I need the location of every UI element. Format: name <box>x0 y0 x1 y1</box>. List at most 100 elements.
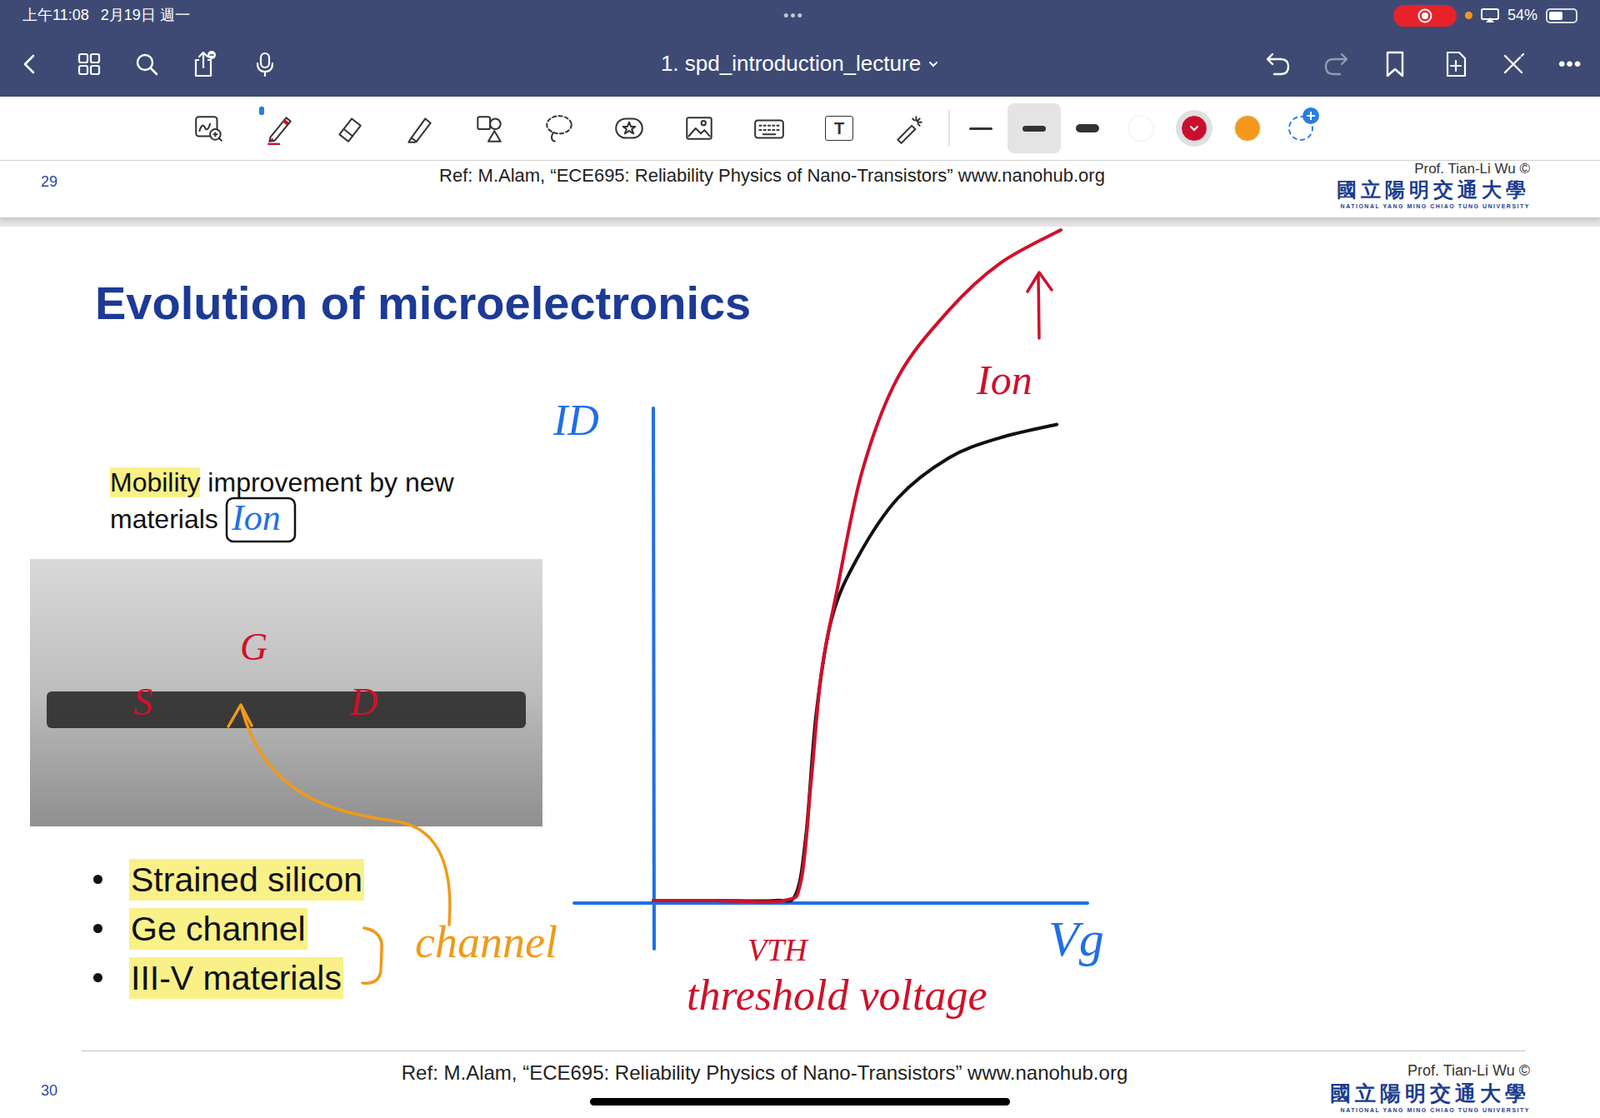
thumbnails-button[interactable] <box>73 50 105 78</box>
nav-bar: 1. spd_introduction_lecture ••• <box>0 30 1600 97</box>
recording-indicator[interactable] <box>1393 5 1457 27</box>
page-number: 29 <box>40 170 58 194</box>
tool-group: T <box>174 101 945 155</box>
record-icon <box>1417 8 1433 24</box>
microphone-icon <box>252 50 278 78</box>
page-number: 30 <box>40 1080 58 1103</box>
shapes-icon <box>472 111 506 145</box>
chevron-left-icon <box>17 51 43 77</box>
tool-button[interactable] <box>734 101 805 155</box>
tool-button[interactable] <box>874 101 945 155</box>
iv-curve <box>653 230 1061 903</box>
chevron-down-icon <box>927 58 940 70</box>
chevron-down-icon <box>1189 123 1200 134</box>
author-text: Prof. Tian-Li Wu © <box>1414 160 1530 178</box>
screen-mirroring-icon <box>1480 8 1500 24</box>
tool-button[interactable] <box>174 101 245 155</box>
search-button[interactable] <box>130 50 163 78</box>
tool-button[interactable] <box>384 101 455 155</box>
stroke-line <box>1075 124 1100 133</box>
author-text: Prof. Tian-Li Wu © <box>1407 1061 1530 1080</box>
redo-button[interactable] <box>1319 50 1353 78</box>
stroke-width-option[interactable] <box>1060 103 1115 154</box>
grid-icon <box>75 50 103 78</box>
share-icon <box>190 50 219 79</box>
more-button[interactable]: ••• <box>1551 49 1589 80</box>
channel-arrow <box>241 708 450 925</box>
add-page-button[interactable] <box>1439 50 1473 79</box>
vth-caption: threshold voltage <box>686 970 988 1022</box>
sem-photo <box>30 559 543 827</box>
color-option[interactable] <box>1114 101 1168 155</box>
tool-button[interactable] <box>454 101 525 155</box>
reference-text: Ref: M.Alam, “ECE695: Reliability Physic… <box>439 161 1105 190</box>
add-color-button[interactable] <box>1274 101 1328 155</box>
bullet-item: III-V materials <box>93 953 1600 1003</box>
tool-button[interactable] <box>524 101 595 155</box>
annotation-layer: Ion S G D channel ID Vg Ion VTH threshol… <box>0 0 1600 1118</box>
university-logo-en: NATIONAL YANG MING CHIAO TUNG UNIVERSITY <box>1340 202 1530 211</box>
color-option[interactable] <box>1167 101 1221 155</box>
toolbar-separator <box>948 110 950 147</box>
color-option[interactable] <box>1220 101 1275 155</box>
eraser-icon <box>332 111 366 145</box>
tool-button[interactable]: T <box>804 101 875 155</box>
university-logo: 國立陽明交通大學 <box>1336 177 1530 203</box>
document-title-text: 1. spd_introduction_lecture <box>660 47 921 80</box>
image-icon <box>682 111 716 145</box>
keyboard-icon <box>752 111 786 145</box>
source-label: S <box>133 681 153 724</box>
bullet-list: Strained siliconGe channelIII-V material… <box>93 855 1600 1003</box>
color-swatch <box>1180 115 1208 142</box>
pen-off-icon <box>1500 50 1527 78</box>
add-page-icon <box>1443 50 1469 79</box>
channel-arrowhead <box>228 705 252 727</box>
bullet-item: Ge channel <box>93 904 1600 954</box>
text-tool-glyph: T <box>834 120 845 137</box>
stroke-width-option[interactable] <box>954 103 1008 154</box>
bookmark-button[interactable] <box>1378 50 1412 79</box>
increase-arrow <box>1027 272 1052 339</box>
mic-in-use-dot <box>1465 11 1473 20</box>
app-header: 上午11:08 2月19日 週一 ••• 54% <box>0 0 1600 97</box>
battery-fill <box>1549 11 1563 20</box>
tool-bar: T <box>0 96 1600 161</box>
intro-text: Mobility <box>110 467 200 498</box>
highlighter-icon <box>402 111 436 145</box>
search-icon <box>133 50 160 78</box>
bullet-dot <box>93 973 103 983</box>
date: 2月19日 週一 <box>100 4 190 27</box>
tool-button[interactable] <box>314 101 385 155</box>
close-pen-button[interactable] <box>1496 50 1530 78</box>
sticker-icon <box>612 111 646 145</box>
y-axis <box>653 408 655 950</box>
tool-button[interactable] <box>664 101 735 155</box>
slide-footer: 30 Ref: M.Alam, “ECE695: Reliability Phy… <box>0 1050 1600 1118</box>
ink-canvas <box>0 0 1600 1118</box>
ion-note-box <box>226 498 295 542</box>
undo-icon <box>1264 50 1293 78</box>
tool-button[interactable] <box>594 101 665 155</box>
tool-button[interactable] <box>244 101 315 155</box>
document-title[interactable]: 1. spd_introduction_lecture <box>660 47 940 80</box>
drain-label: D <box>350 681 378 724</box>
bullet-item: Strained silicon <box>93 855 1600 905</box>
home-indicator[interactable] <box>590 1098 1010 1106</box>
battery-icon <box>1545 8 1578 24</box>
status-bar: 上午11:08 2月19日 週一 ••• 54% <box>0 0 1600 31</box>
slide: Evolution of microelectronics Mobility i… <box>0 226 1600 1118</box>
color-swatch <box>1234 115 1261 142</box>
color-swatch <box>1127 115 1155 142</box>
undo-button[interactable] <box>1261 50 1295 78</box>
lasso-icon <box>542 111 576 145</box>
multitask-dots[interactable]: ••• <box>783 5 805 28</box>
back-button[interactable] <box>15 51 45 77</box>
bullet-text: III-V materials <box>129 957 344 1000</box>
stroke-width-option[interactable] <box>1007 103 1061 154</box>
share-button[interactable] <box>188 50 220 79</box>
bullet-dot <box>93 875 103 885</box>
voice-button[interactable] <box>249 50 281 78</box>
stroke-line <box>1022 125 1046 132</box>
previous-page-footer: 29 Ref: M.Alam, “ECE695: Reliability Phy… <box>0 160 1600 218</box>
x-axis-label: Vg <box>1048 911 1105 967</box>
